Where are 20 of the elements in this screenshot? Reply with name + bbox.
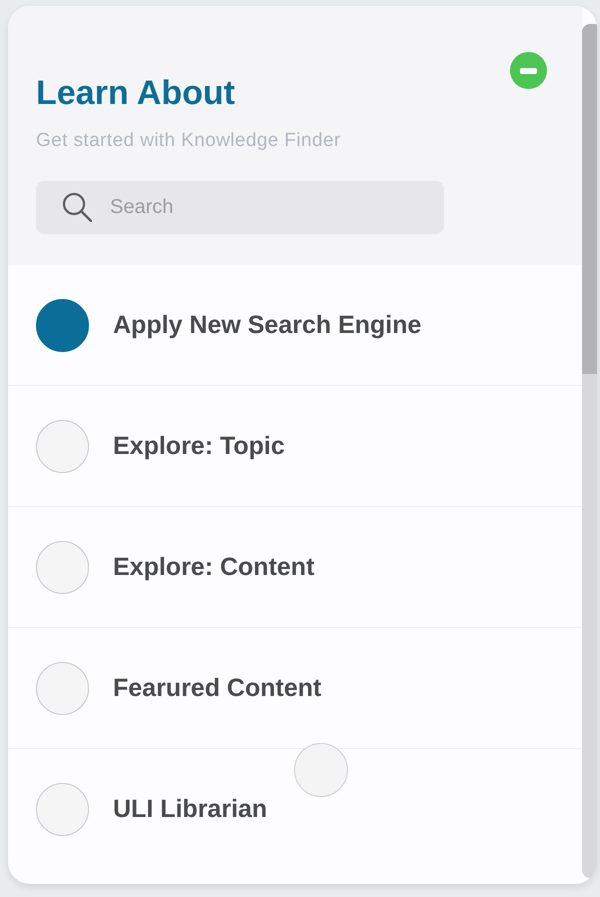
item-label: Explore: Content (113, 552, 314, 582)
list-item[interactable]: Fearured Content (8, 628, 582, 749)
list-item[interactable]: Apply New Search Engine (8, 265, 582, 386)
item-label: Explore: Topic (113, 432, 285, 460)
scrollbar-thumb[interactable] (582, 24, 597, 374)
list-item[interactable]: Explore: Topic (8, 386, 582, 507)
list-item[interactable]: Explore: Content (8, 507, 582, 628)
search-field[interactable]: Search (36, 181, 444, 234)
search-icon (62, 192, 92, 222)
item-label: Apply New Search Engine (113, 310, 422, 340)
list-item[interactable]: ULI Librarian (8, 749, 582, 870)
panel-subtitle: Get started with Knowledge Finder (36, 129, 341, 152)
panel-title: Learn About (36, 73, 235, 114)
minus-icon (520, 68, 537, 74)
item-label: Fearured Content (113, 674, 322, 702)
remove-button[interactable] (510, 52, 547, 89)
item-label: ULI Librarian (113, 795, 268, 824)
scrollbar-track[interactable] (582, 24, 597, 878)
radio-button[interactable] (36, 298, 89, 352)
touch-indicator-icon (294, 743, 348, 797)
